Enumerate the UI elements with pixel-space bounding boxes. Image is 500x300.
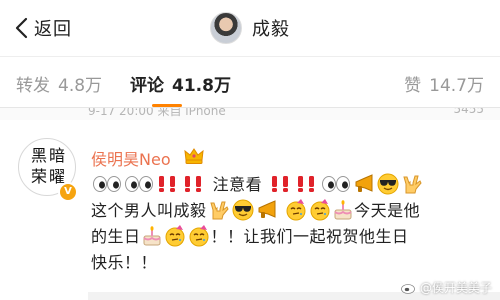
tab-repost[interactable]: 转发 4.8万	[16, 71, 102, 96]
nav-user[interactable]: 成毅	[210, 10, 290, 46]
comment-text: 注意看 这个男人叫成毅 今天是他 的生日 ！！让我们一起祝贺他生日 快乐！！	[91, 172, 491, 276]
double-exclamation-emoji-icon	[185, 175, 201, 192]
birthday-cake-emoji-icon	[334, 199, 352, 219]
double-exclamation-emoji-icon	[297, 175, 314, 192]
watermark-text: @侯开美美子	[419, 281, 492, 295]
repost-count: 4.8万	[58, 76, 103, 96]
tab-like[interactable]: 赞 14.7万	[404, 71, 484, 96]
comment-segment: ！！让我们一起祝贺他生日	[210, 227, 409, 246]
like-label: 赞	[404, 76, 422, 96]
comment-segment: 今天是他	[354, 201, 421, 220]
party-face-emoji-icon	[165, 224, 185, 246]
sunglasses-emoji-icon	[232, 199, 254, 220]
comment-count: 41.8万	[172, 76, 231, 96]
repost-label: 转发	[16, 76, 50, 96]
comment-segment: 这个男人叫成毅	[91, 201, 207, 220]
sunglasses-emoji-icon	[377, 173, 399, 194]
watermark: @侯开美美子	[401, 279, 492, 296]
comment-segment: 注意看	[212, 175, 263, 194]
top-nav-bar: 返回 成毅	[0, 0, 500, 56]
megaphone-emoji-icon	[355, 173, 373, 192]
post-time: 9-17 20:00 来自 iPhone	[88, 108, 226, 118]
comment-line-4: 快乐！！	[91, 250, 491, 276]
comment-line-2: 这个男人叫成毅 今天是他	[91, 198, 491, 224]
comment-label: 评论	[130, 76, 164, 96]
comment-segment: 快乐！！	[91, 253, 158, 272]
comment-line-1: 注意看	[91, 172, 491, 198]
comment-author[interactable]: 侯明昊Neo	[91, 146, 171, 170]
comment-item: 黑暗荣曜 V 侯明昊Neo 注意看 这个男人叫成毅 今天是他 的生日 ！！让我们一…	[0, 120, 500, 300]
post-like-count: 5455	[453, 108, 484, 116]
active-tab-indicator	[152, 104, 182, 107]
party-face-emoji-icon	[286, 198, 306, 220]
weibo-post-detail: 返回 成毅 转发 4.8万 评论 41.8万 赞 14.7万 9-17 20:00 来…	[0, 0, 500, 300]
comment-segment: 的生日	[91, 227, 141, 246]
birthday-cake-emoji-icon	[142, 225, 161, 245]
double-exclamation-emoji-icon	[271, 175, 288, 192]
back-button[interactable]: 返回	[14, 13, 72, 43]
eyes-emoji-icon	[321, 175, 350, 192]
back-label: 返回	[34, 19, 72, 40]
chevron-left-icon	[15, 17, 28, 39]
love-you-gesture-emoji-icon	[403, 175, 422, 193]
love-you-gesture-emoji-icon	[209, 201, 229, 219]
megaphone-emoji-icon	[258, 199, 276, 218]
party-face-emoji-icon	[189, 224, 209, 246]
verified-v-icon: V	[58, 182, 78, 202]
avatar[interactable]	[210, 12, 242, 44]
stats-tab-bar: 转发 4.8万 评论 41.8万 赞 14.7万	[0, 56, 500, 108]
eyes-emoji-icon	[93, 175, 121, 192]
page-title: 成毅	[252, 19, 290, 40]
comment-line-3: 的生日 ！！让我们一起祝贺他生日	[91, 224, 491, 250]
avatar-logo-text: 黑暗荣曜	[30, 146, 67, 186]
post-meta-row: 9-17 20:00 来自 iPhone 5455	[0, 108, 500, 120]
double-exclamation-emoji-icon	[159, 175, 175, 192]
party-face-emoji-icon	[310, 198, 330, 220]
eyes-emoji-icon	[125, 175, 153, 192]
tab-comment[interactable]: 评论 41.8万	[130, 71, 231, 96]
like-count: 14.7万	[429, 76, 484, 96]
weibo-logo-icon	[401, 281, 417, 294]
crown-badge-icon	[184, 148, 204, 164]
